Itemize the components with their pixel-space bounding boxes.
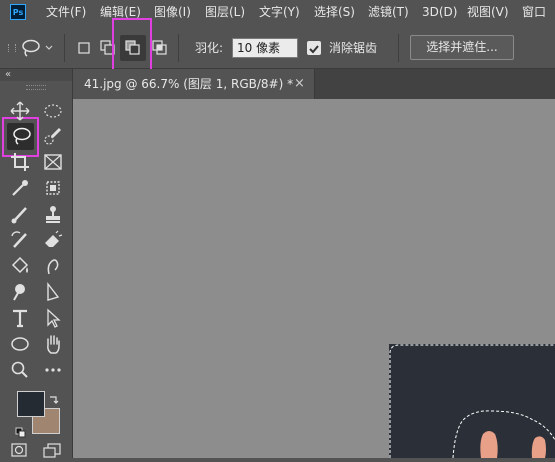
- menu-file[interactable]: 文件(F): [46, 0, 86, 24]
- history-brush-icon: [11, 231, 27, 248]
- frame-tool[interactable]: [41, 150, 65, 174]
- menu-image[interactable]: 图像(I): [154, 0, 191, 24]
- clone-stamp-tool[interactable]: [41, 202, 65, 226]
- type-tool[interactable]: [8, 306, 32, 330]
- swap-arrows-icon: [50, 396, 59, 404]
- hand-finger: [531, 436, 546, 458]
- select-and-mask-button[interactable]: 选择并遮住...: [410, 35, 514, 60]
- zoom-tool[interactable]: [8, 358, 32, 382]
- crop-icon: [11, 153, 29, 171]
- intersect-selection-button[interactable]: [152, 40, 168, 56]
- menu-type[interactable]: 文字(Y): [259, 0, 300, 24]
- paint-bucket-tool[interactable]: [8, 254, 32, 278]
- menu-filter[interactable]: 滤镜(T): [368, 0, 409, 24]
- object-selection-tool[interactable]: [41, 176, 65, 200]
- shape-tool[interactable]: [8, 332, 32, 356]
- foreground-color-swatch[interactable]: [17, 391, 45, 417]
- antialias-label: 消除锯齿: [329, 41, 378, 55]
- antialias-checkbox[interactable]: [307, 41, 321, 55]
- intersect-selection-icon: [152, 40, 167, 55]
- default-colors-button[interactable]: [15, 424, 27, 438]
- edit-toolbar-button[interactable]: [41, 358, 65, 382]
- dodge-tool[interactable]: [8, 280, 32, 304]
- elliptical-marquee-icon: [44, 104, 62, 118]
- arrow-pointer-icon: [47, 308, 61, 328]
- close-tab-icon[interactable]: ×: [294, 69, 305, 99]
- dodge-icon: [13, 284, 25, 301]
- feather-input[interactable]: 10 像素: [232, 38, 298, 58]
- screen-mode-button[interactable]: [43, 442, 61, 458]
- chevron-down-icon: [45, 45, 53, 50]
- panel-grip[interactable]: [26, 85, 46, 90]
- selection-mode-highlight: [112, 18, 152, 72]
- move-icon: [10, 101, 30, 121]
- stamp-icon: [46, 206, 60, 223]
- feather-label: 羽化:: [195, 41, 224, 55]
- hand-icon: [47, 335, 60, 354]
- object-selection-icon: [46, 181, 60, 195]
- new-selection-button[interactable]: [76, 40, 92, 56]
- collapse-panel-button[interactable]: «: [5, 68, 11, 81]
- menu-view[interactable]: 视图(V): [467, 0, 509, 24]
- lasso-icon: [22, 39, 53, 57]
- smudge-icon: [47, 259, 59, 275]
- foreground-color-fill: [18, 392, 44, 416]
- divider: [398, 34, 399, 62]
- eraser-tool[interactable]: [41, 228, 65, 252]
- checkmark-icon: [309, 45, 319, 54]
- photoshop-logo: Ps: [10, 4, 26, 20]
- new-selection-icon: [78, 42, 90, 54]
- selection-marching-ants: [389, 344, 555, 458]
- brush-tool[interactable]: [8, 202, 32, 226]
- marquee-tool[interactable]: [41, 99, 65, 123]
- swap-colors-button[interactable]: [48, 390, 60, 404]
- path-selection-icon: [47, 281, 60, 301]
- menu-select[interactable]: 选择(S): [314, 0, 355, 24]
- screen-mode-icon: [43, 443, 61, 458]
- eyedropper-tool[interactable]: [8, 176, 32, 200]
- direct-selection-tool[interactable]: [41, 306, 65, 330]
- quick-selection-tool[interactable]: [41, 124, 65, 148]
- quick-selection-brush-icon: [44, 127, 62, 145]
- more-dots-icon: [45, 368, 61, 372]
- quick-mask-button[interactable]: [11, 442, 27, 458]
- crop-tool[interactable]: [8, 150, 32, 174]
- hand-finger: [480, 431, 498, 458]
- eraser-icon: [45, 230, 63, 247]
- ellipse-shape-icon: [11, 337, 29, 351]
- tool-preset-picker[interactable]: [20, 37, 54, 59]
- divider: [64, 34, 65, 62]
- menu-window[interactable]: 窗口: [522, 0, 546, 24]
- menu-layer[interactable]: 图层(L): [205, 0, 245, 24]
- lasso-tool[interactable]: [9, 124, 33, 148]
- history-brush-tool[interactable]: [8, 228, 32, 252]
- move-tool[interactable]: [8, 99, 32, 123]
- pen-tool[interactable]: [41, 280, 65, 304]
- lasso-icon: [13, 127, 31, 145]
- menu-3d[interactable]: 3D(D): [422, 0, 457, 24]
- default-colors-icon: [15, 427, 26, 438]
- brush-icon: [11, 207, 27, 224]
- paint-bucket-icon: [11, 256, 29, 274]
- blur-tool[interactable]: [41, 254, 65, 278]
- type-icon: [13, 309, 27, 328]
- frame-icon: [44, 154, 62, 170]
- document-tab-title: 41.jpg @ 66.7% (图层 1, RGB/8#) *: [84, 77, 294, 91]
- quick-mask-icon: [11, 443, 27, 457]
- eyedropper-icon: [12, 180, 28, 196]
- hand-tool[interactable]: [41, 332, 65, 356]
- magnifier-icon: [11, 361, 28, 378]
- grip-handle[interactable]: [8, 44, 16, 52]
- divider: [178, 34, 179, 62]
